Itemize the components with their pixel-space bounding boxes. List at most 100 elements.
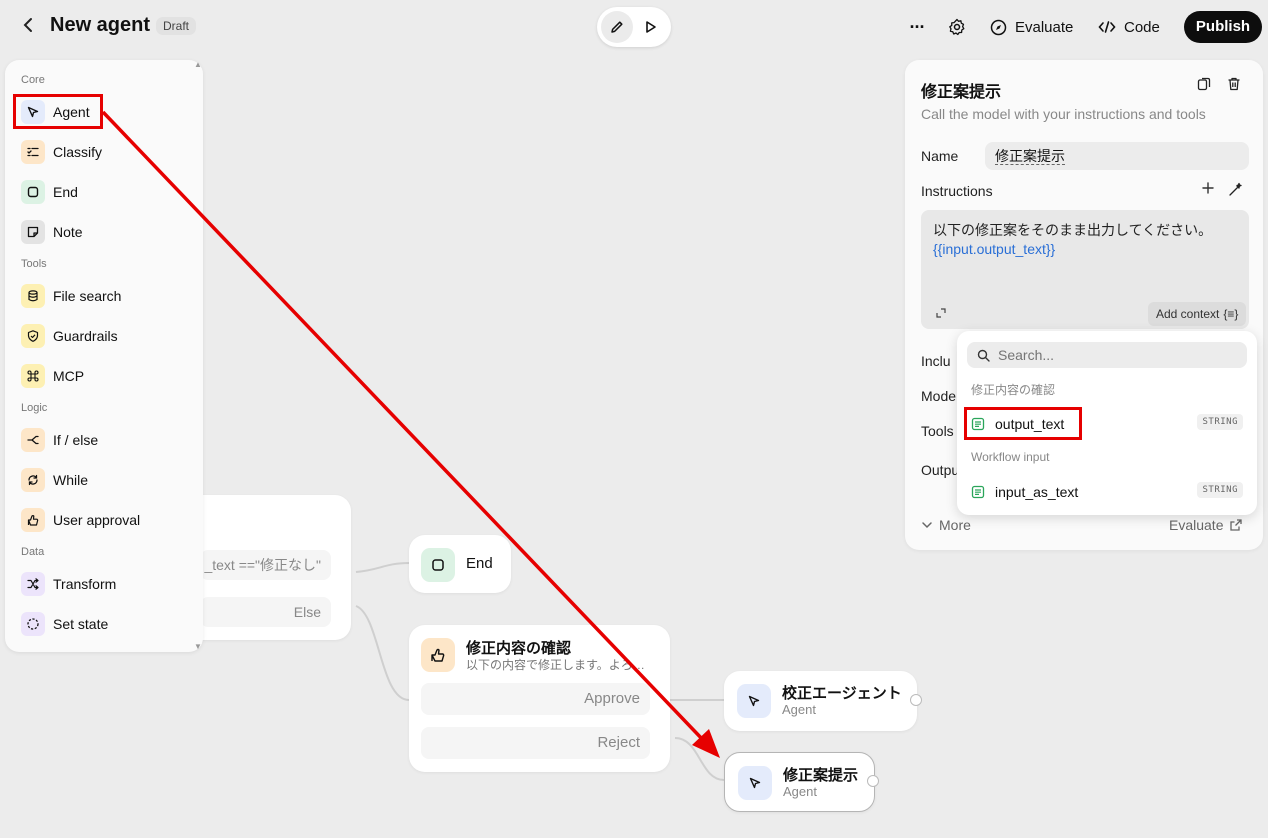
edge-else-approval (355, 605, 410, 701)
compass-icon (990, 19, 1007, 35)
evaluate-link-label: Evaluate (1169, 517, 1224, 533)
palette-scroll-up[interactable]: ▲ (194, 60, 202, 69)
palette-item-transform[interactable]: Transform (21, 571, 191, 597)
settings-button[interactable] (945, 15, 969, 39)
dashed-circle-icon (21, 612, 45, 636)
run-button[interactable] (635, 11, 667, 43)
palette-item-label: Guardrails (53, 328, 118, 344)
mode-toggle (597, 7, 671, 47)
palette-item-while[interactable]: While (21, 467, 191, 493)
context-option-input-as-text[interactable]: input_as_text STRING (971, 480, 1243, 504)
instructions-label: Instructions (921, 183, 993, 199)
chevron-down-icon (922, 522, 932, 529)
palette-section-logic: Logic (21, 402, 48, 414)
agent-node-subtitle: Agent (783, 784, 817, 799)
more-options-button[interactable]: ··· (904, 13, 930, 41)
palette-item-set-state[interactable]: Set state (21, 611, 191, 637)
palette-item-label: While (53, 472, 89, 488)
generate-instructions-button[interactable] (1227, 182, 1243, 198)
loop-icon (21, 468, 45, 492)
context-search[interactable] (967, 342, 1247, 368)
draft-badge: Draft (156, 17, 197, 35)
expand-editor-button[interactable] (935, 306, 947, 318)
text-field-icon (971, 485, 985, 499)
add-context-button[interactable]: Add context {≡} (1148, 302, 1247, 326)
agent-node-title: 修正案提示 (783, 767, 859, 784)
palette-item-note[interactable]: Note (21, 219, 191, 245)
palette-scroll-down[interactable]: ▼ (194, 642, 202, 651)
end-node-icon (421, 548, 455, 582)
palette-item-if-else[interactable]: If / else (21, 427, 191, 453)
copy-button[interactable] (1196, 76, 1214, 94)
palette-item-end[interactable]: End (21, 179, 191, 205)
play-icon (646, 21, 656, 33)
palette-item-user-approval[interactable]: User approval (21, 507, 191, 533)
trash-icon (1228, 77, 1240, 91)
palette-item-label: Classify (53, 144, 103, 160)
user-approval-node[interactable]: 修正内容の確認 以下の内容で修正します。よろしいですか？ Approve Rej… (409, 625, 670, 772)
edit-mode-button[interactable] (601, 11, 633, 43)
agent-node-icon (738, 766, 772, 800)
thumbs-icon (431, 648, 445, 662)
thumbs-icon (21, 508, 45, 532)
approval-node-title: 修正内容の確認 (466, 640, 572, 657)
approve-branch[interactable]: Approve (421, 683, 650, 715)
evaluate-button[interactable]: Evaluate (990, 14, 1073, 40)
add-instruction-button[interactable] (1201, 179, 1215, 200)
palette-section-data: Data (21, 546, 45, 558)
end-node-label: End (466, 555, 493, 572)
evaluate-link[interactable]: Evaluate (1169, 517, 1243, 533)
agent-node-subtitle: Agent (782, 702, 816, 717)
plus-icon (1202, 182, 1214, 194)
agent-node-kousei[interactable]: 校正エージェント Agent (724, 671, 922, 731)
palette-item-classify[interactable]: Classify (21, 139, 191, 165)
context-search-input[interactable] (998, 347, 1238, 363)
end-node[interactable]: End (409, 535, 511, 593)
output-port[interactable] (910, 694, 922, 706)
approval-node-subtitle: 以下の内容で修正します。よろしいですか？ (466, 658, 648, 672)
edge-if-end (355, 562, 410, 573)
more-settings-toggle[interactable]: More (921, 517, 971, 533)
cursor-arrow-icon (749, 777, 761, 789)
magic-wand-icon (1229, 182, 1242, 196)
shuffle-icon (21, 572, 45, 596)
agent-node-title: 校正エージェント (782, 685, 902, 702)
agent-node-shuseian[interactable]: 修正案提示 Agent (724, 752, 879, 812)
palette-item-label: Note (53, 224, 83, 240)
palette-item-guardrails[interactable]: Guardrails (21, 323, 191, 349)
name-input[interactable]: 修正案提示 (985, 142, 1249, 170)
edge-reject-agent2 (674, 737, 725, 781)
palette-item-label: File search (53, 288, 122, 304)
pencil-icon (611, 21, 623, 33)
palette-item-file-search[interactable]: File search (21, 283, 191, 309)
reject-branch[interactable]: Reject (421, 727, 650, 759)
square-icon (432, 559, 444, 571)
external-link-icon (1230, 519, 1243, 531)
page-title: New agent (50, 14, 151, 36)
chevron-left-icon (23, 18, 32, 32)
approval-node-icon (421, 638, 455, 672)
else-branch[interactable]: Else (200, 597, 331, 627)
context-option-name: input_as_text (995, 484, 1079, 500)
back-button[interactable] (18, 15, 38, 39)
output-port[interactable] (867, 775, 879, 787)
cursor-arrow-icon (748, 695, 760, 707)
palette-item-label: Transform (53, 576, 117, 592)
tools-label: Tools (921, 423, 954, 439)
code-button[interactable]: Code (1098, 14, 1160, 40)
publish-button[interactable]: Publish (1184, 11, 1262, 43)
palette-item-label: If / else (53, 432, 99, 448)
dropdown-section-title: 修正内容の確認 (971, 383, 1056, 397)
top-bar: New agent Draft ··· Evaluate Code Publis… (0, 0, 1268, 56)
palette-section-tools: Tools (21, 258, 47, 270)
database-icon (21, 284, 45, 308)
model-label: Mode (921, 388, 957, 404)
palette-item-mcp[interactable]: MCP (21, 363, 191, 389)
type-badge: STRING (1197, 482, 1243, 498)
code-icon (1098, 21, 1116, 33)
delete-button[interactable] (1226, 76, 1244, 94)
agent-node-icon (737, 684, 771, 718)
annotation-highlight-output-text (964, 407, 1082, 440)
instructions-editor[interactable]: 以下の修正案をそのまま出力してください。 {{input.output_text… (921, 210, 1249, 329)
if-condition[interactable]: _text =="修正なし" (200, 550, 331, 580)
